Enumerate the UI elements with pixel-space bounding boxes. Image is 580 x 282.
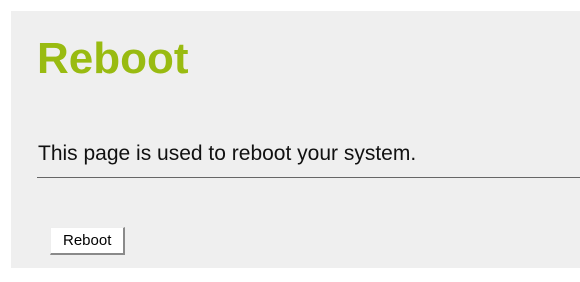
divider bbox=[37, 177, 580, 178]
page-title: Reboot bbox=[37, 34, 189, 83]
reboot-button[interactable]: Reboot bbox=[50, 227, 126, 255]
reboot-panel: Reboot This page is used to reboot your … bbox=[11, 11, 580, 268]
page-description: This page is used to reboot your system. bbox=[38, 142, 417, 165]
